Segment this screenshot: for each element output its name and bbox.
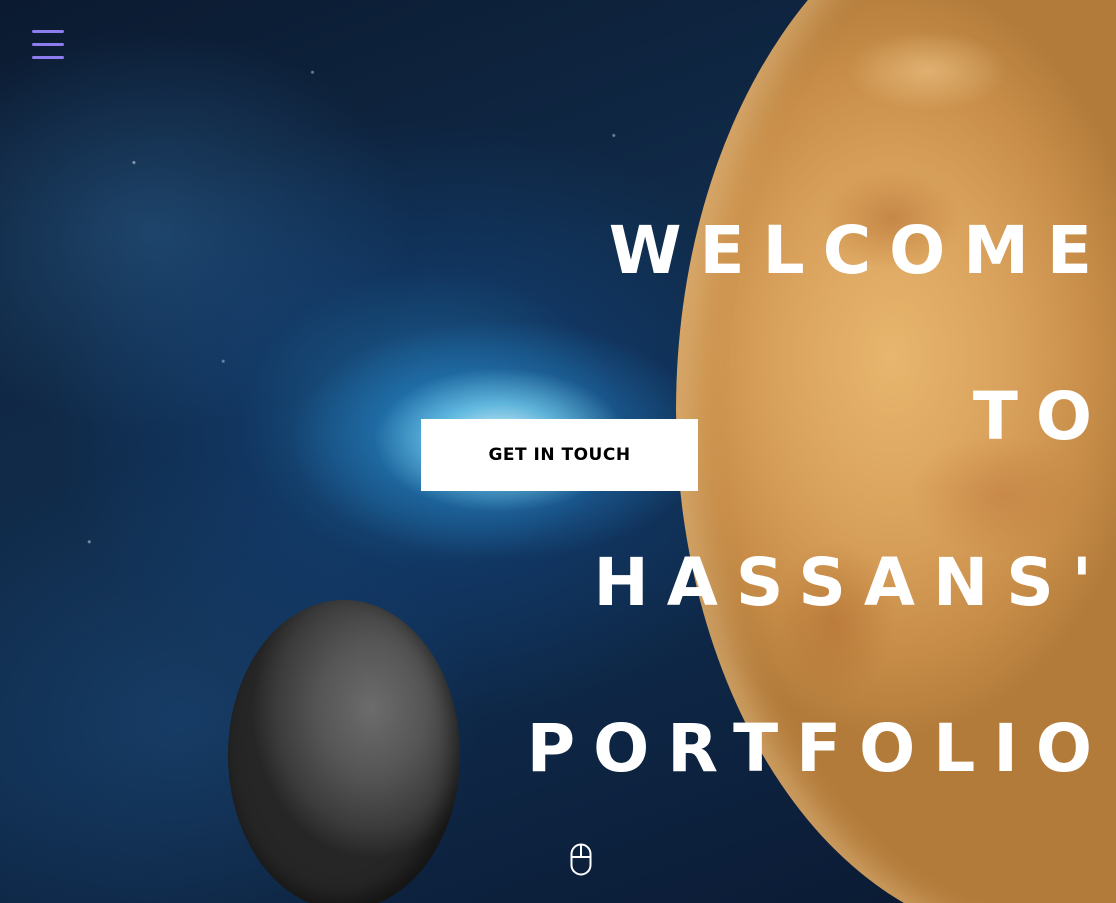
hamburger-menu-icon[interactable] [32,30,64,60]
headline-line-welcome: WELCOME [608,212,1110,289]
mouse-scroll-icon[interactable] [570,843,592,876]
menu-bar [32,43,64,46]
hero-headline: WELCOME TO HASSANS' PORTFOLIO [510,168,1110,832]
menu-bar [32,30,64,33]
headline-line-hassans: HASSANS' [593,544,1110,621]
menu-bar [32,56,64,59]
grey-moon-image [228,600,460,903]
hero-section: WELCOME TO HASSANS' PORTFOLIO GET IN TOU… [0,0,1116,903]
headline-line-portfolio: PORTFOLIO [526,710,1110,787]
get-in-touch-button[interactable]: GET IN TOUCH [421,419,698,491]
